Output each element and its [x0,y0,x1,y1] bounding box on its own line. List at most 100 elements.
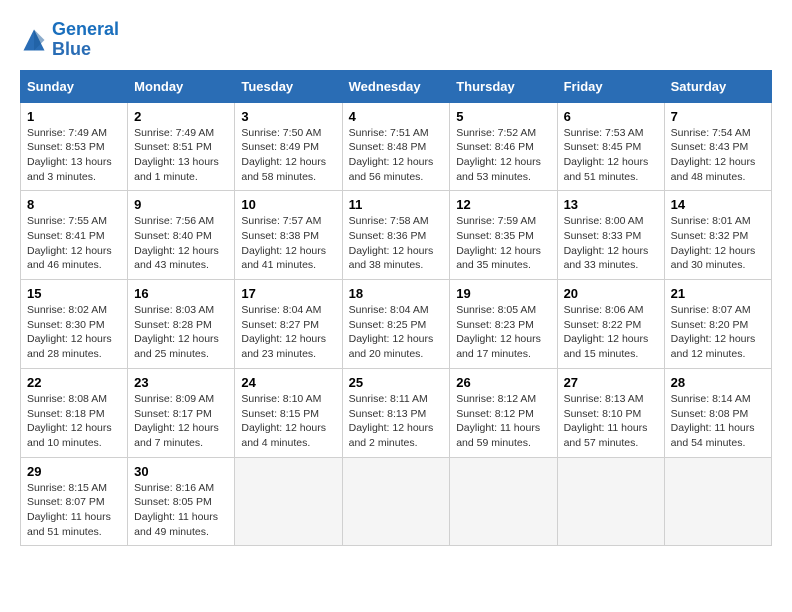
calendar-cell: 23 Sunrise: 8:09 AMSunset: 8:17 PMDaylig… [128,368,235,457]
day-number: 24 [241,375,335,390]
weekday-header-thursday: Thursday [450,70,557,102]
day-number: 4 [349,109,444,124]
calendar-cell: 5 Sunrise: 7:52 AMSunset: 8:46 PMDayligh… [450,102,557,191]
weekday-header-wednesday: Wednesday [342,70,450,102]
calendar-table: SundayMondayTuesdayWednesdayThursdayFrid… [20,70,772,547]
day-info: Sunrise: 7:56 AMSunset: 8:40 PMDaylight:… [134,215,219,271]
calendar-cell: 25 Sunrise: 8:11 AMSunset: 8:13 PMDaylig… [342,368,450,457]
day-info: Sunrise: 8:00 AMSunset: 8:33 PMDaylight:… [564,215,649,271]
calendar-cell: 12 Sunrise: 7:59 AMSunset: 8:35 PMDaylig… [450,191,557,280]
day-info: Sunrise: 8:03 AMSunset: 8:28 PMDaylight:… [134,304,219,360]
day-number: 30 [134,464,228,479]
weekday-header-saturday: Saturday [664,70,771,102]
day-number: 19 [456,286,550,301]
day-info: Sunrise: 7:58 AMSunset: 8:36 PMDaylight:… [349,215,434,271]
calendar-cell: 18 Sunrise: 8:04 AMSunset: 8:25 PMDaylig… [342,280,450,369]
day-number: 7 [671,109,765,124]
calendar-cell: 16 Sunrise: 8:03 AMSunset: 8:28 PMDaylig… [128,280,235,369]
calendar-cell: 11 Sunrise: 7:58 AMSunset: 8:36 PMDaylig… [342,191,450,280]
day-number: 5 [456,109,550,124]
calendar-cell: 9 Sunrise: 7:56 AMSunset: 8:40 PMDayligh… [128,191,235,280]
calendar-cell: 20 Sunrise: 8:06 AMSunset: 8:22 PMDaylig… [557,280,664,369]
day-info: Sunrise: 8:04 AMSunset: 8:25 PMDaylight:… [349,304,434,360]
day-number: 1 [27,109,121,124]
day-info: Sunrise: 7:50 AMSunset: 8:49 PMDaylight:… [241,127,326,183]
day-number: 26 [456,375,550,390]
calendar-cell: 17 Sunrise: 8:04 AMSunset: 8:27 PMDaylig… [235,280,342,369]
day-info: Sunrise: 7:54 AMSunset: 8:43 PMDaylight:… [671,127,756,183]
calendar-cell: 21 Sunrise: 8:07 AMSunset: 8:20 PMDaylig… [664,280,771,369]
day-info: Sunrise: 8:07 AMSunset: 8:20 PMDaylight:… [671,304,756,360]
day-number: 2 [134,109,228,124]
day-number: 25 [349,375,444,390]
day-info: Sunrise: 7:55 AMSunset: 8:41 PMDaylight:… [27,215,112,271]
day-number: 16 [134,286,228,301]
calendar-cell: 22 Sunrise: 8:08 AMSunset: 8:18 PMDaylig… [21,368,128,457]
weekday-header-friday: Friday [557,70,664,102]
calendar-cell [342,457,450,546]
day-info: Sunrise: 8:11 AMSunset: 8:13 PMDaylight:… [349,393,434,449]
calendar-cell [557,457,664,546]
calendar-cell: 27 Sunrise: 8:13 AMSunset: 8:10 PMDaylig… [557,368,664,457]
day-number: 28 [671,375,765,390]
day-number: 9 [134,197,228,212]
day-info: Sunrise: 7:51 AMSunset: 8:48 PMDaylight:… [349,127,434,183]
day-number: 10 [241,197,335,212]
day-number: 3 [241,109,335,124]
day-info: Sunrise: 8:09 AMSunset: 8:17 PMDaylight:… [134,393,219,449]
calendar-cell: 1 Sunrise: 7:49 AMSunset: 8:53 PMDayligh… [21,102,128,191]
week-row-2: 8 Sunrise: 7:55 AMSunset: 8:41 PMDayligh… [21,191,772,280]
day-number: 29 [27,464,121,479]
calendar-cell: 30 Sunrise: 8:16 AMSunset: 8:05 PMDaylig… [128,457,235,546]
calendar-cell: 7 Sunrise: 7:54 AMSunset: 8:43 PMDayligh… [664,102,771,191]
weekday-header-tuesday: Tuesday [235,70,342,102]
day-number: 17 [241,286,335,301]
calendar-cell: 13 Sunrise: 8:00 AMSunset: 8:33 PMDaylig… [557,191,664,280]
day-number: 15 [27,286,121,301]
calendar-cell: 14 Sunrise: 8:01 AMSunset: 8:32 PMDaylig… [664,191,771,280]
weekday-header-sunday: Sunday [21,70,128,102]
day-info: Sunrise: 8:08 AMSunset: 8:18 PMDaylight:… [27,393,112,449]
logo-text: General Blue [52,20,119,60]
calendar-cell: 10 Sunrise: 7:57 AMSunset: 8:38 PMDaylig… [235,191,342,280]
day-number: 22 [27,375,121,390]
day-number: 12 [456,197,550,212]
calendar-cell: 8 Sunrise: 7:55 AMSunset: 8:41 PMDayligh… [21,191,128,280]
day-number: 13 [564,197,658,212]
day-info: Sunrise: 7:52 AMSunset: 8:46 PMDaylight:… [456,127,541,183]
calendar-cell: 15 Sunrise: 8:02 AMSunset: 8:30 PMDaylig… [21,280,128,369]
day-number: 23 [134,375,228,390]
day-info: Sunrise: 8:14 AMSunset: 8:08 PMDaylight:… [671,393,755,449]
logo: General Blue [20,20,119,60]
calendar-cell: 24 Sunrise: 8:10 AMSunset: 8:15 PMDaylig… [235,368,342,457]
calendar-cell [664,457,771,546]
day-number: 6 [564,109,658,124]
week-row-4: 22 Sunrise: 8:08 AMSunset: 8:18 PMDaylig… [21,368,772,457]
logo-icon [20,26,48,54]
day-info: Sunrise: 8:13 AMSunset: 8:10 PMDaylight:… [564,393,648,449]
weekday-header-monday: Monday [128,70,235,102]
calendar-cell: 29 Sunrise: 8:15 AMSunset: 8:07 PMDaylig… [21,457,128,546]
week-row-1: 1 Sunrise: 7:49 AMSunset: 8:53 PMDayligh… [21,102,772,191]
day-number: 11 [349,197,444,212]
day-number: 8 [27,197,121,212]
calendar-cell [235,457,342,546]
day-info: Sunrise: 8:05 AMSunset: 8:23 PMDaylight:… [456,304,541,360]
day-info: Sunrise: 8:06 AMSunset: 8:22 PMDaylight:… [564,304,649,360]
day-info: Sunrise: 8:16 AMSunset: 8:05 PMDaylight:… [134,482,218,538]
day-info: Sunrise: 7:57 AMSunset: 8:38 PMDaylight:… [241,215,326,271]
calendar-cell: 28 Sunrise: 8:14 AMSunset: 8:08 PMDaylig… [664,368,771,457]
day-number: 18 [349,286,444,301]
day-number: 21 [671,286,765,301]
day-info: Sunrise: 7:53 AMSunset: 8:45 PMDaylight:… [564,127,649,183]
calendar-header-row: SundayMondayTuesdayWednesdayThursdayFrid… [21,70,772,102]
week-row-5: 29 Sunrise: 8:15 AMSunset: 8:07 PMDaylig… [21,457,772,546]
calendar-cell: 19 Sunrise: 8:05 AMSunset: 8:23 PMDaylig… [450,280,557,369]
calendar-cell [450,457,557,546]
day-info: Sunrise: 8:02 AMSunset: 8:30 PMDaylight:… [27,304,112,360]
day-number: 27 [564,375,658,390]
day-info: Sunrise: 8:15 AMSunset: 8:07 PMDaylight:… [27,482,111,538]
calendar-cell: 3 Sunrise: 7:50 AMSunset: 8:49 PMDayligh… [235,102,342,191]
day-info: Sunrise: 7:49 AMSunset: 8:51 PMDaylight:… [134,127,219,183]
calendar-cell: 26 Sunrise: 8:12 AMSunset: 8:12 PMDaylig… [450,368,557,457]
